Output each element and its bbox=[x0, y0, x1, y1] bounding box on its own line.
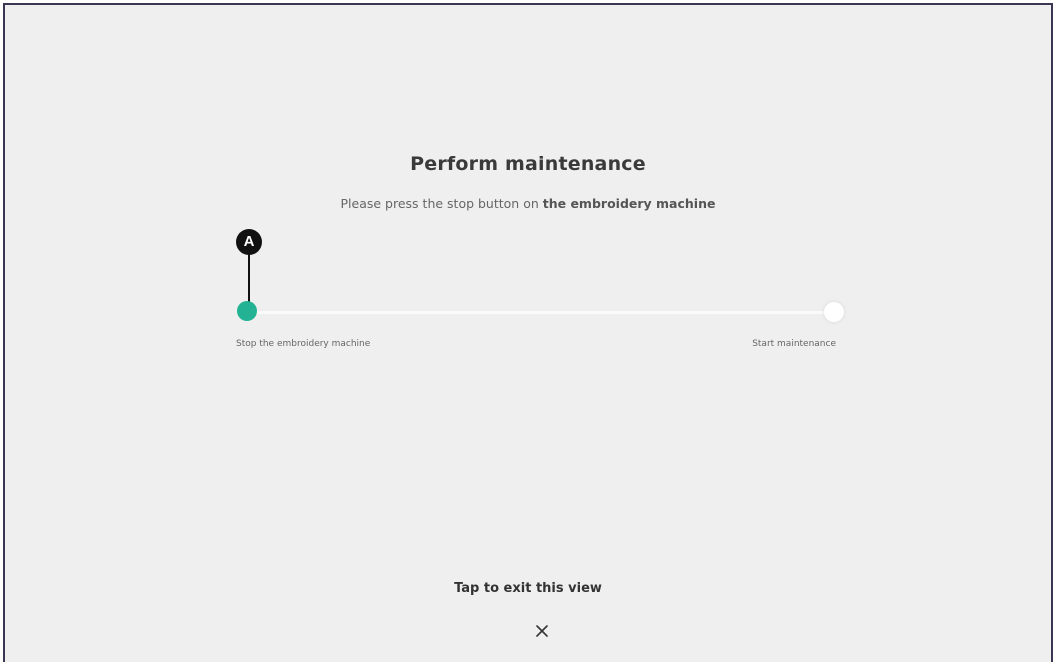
step-1-indicator bbox=[237, 301, 257, 321]
page-title: Perform maintenance bbox=[410, 153, 646, 175]
progress-track bbox=[246, 311, 834, 314]
callout-a-line bbox=[248, 254, 250, 304]
step-1-label: Stop the embroidery machine bbox=[236, 339, 371, 349]
step-2-label: Start maintenance bbox=[752, 339, 836, 349]
maintenance-view: Perform maintenance Please press the sto… bbox=[3, 3, 1053, 662]
instruction-text: Please press the stop button on the embr… bbox=[5, 196, 1051, 211]
instruction-emphasis: the embroidery machine bbox=[542, 196, 716, 211]
callout-a-badge: A bbox=[236, 229, 262, 255]
step-2-indicator bbox=[824, 302, 844, 322]
close-icon[interactable] bbox=[532, 621, 552, 641]
exit-hint: Tap to exit this view bbox=[454, 581, 602, 596]
instruction-prefix: Please press the stop button on bbox=[340, 196, 543, 211]
